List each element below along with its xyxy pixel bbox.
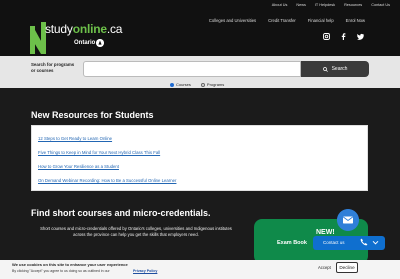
chevron-down-icon[interactable] [372,239,379,246]
search-label: Search for programs or courses [31,62,75,73]
search-button-label: Search [331,66,348,72]
resource-link[interactable]: 12 Steps to Get Ready to Learn Online [38,136,112,141]
resources-heading: New Resources for Students [31,110,154,120]
accept-button[interactable]: Accept [318,263,332,272]
twitter-icon[interactable] [357,33,364,40]
privacy-policy-link[interactable]: Privacy Policy [133,269,157,273]
radio-programs[interactable]: Programs [200,82,224,87]
nav-link-about[interactable]: About Us [272,3,288,7]
main-nav: Colleges and Universities Credit Transfe… [209,18,365,23]
nav-link-it-helpdesk[interactable]: IT Helpdesk [315,3,335,7]
search-input[interactable] [83,61,301,77]
mail-icon[interactable] [337,209,359,231]
radio-selected-icon [170,82,174,87]
search-button[interactable]: Search [301,61,369,77]
promo-badge: NEW! [316,229,335,236]
site-logo-text[interactable]: studyonline.ca [45,22,122,36]
instagram-icon[interactable] [323,33,330,40]
search-icon [322,66,328,72]
radio-unselected-icon [200,82,205,87]
search-type-options: Courses Programs [170,82,224,87]
nav-item-financial-help[interactable]: Financial help [308,18,334,23]
nav-link-news[interactable]: News [296,3,306,7]
ontario-trillium-icon [96,39,104,47]
promo-title: Exam Book [277,240,307,246]
nav-link-contact[interactable]: Contact Us [371,3,390,7]
courses-description: Short courses and micro-credentials offe… [40,226,232,238]
courses-heading: Find short courses and micro-credentials… [31,208,211,218]
cookie-message: We use cookies on this site to enhance y… [12,262,128,267]
nav-item-credit-transfer[interactable]: Credit Transfer [268,18,296,23]
social-links [323,33,364,40]
resource-link[interactable]: Five Things to Keep in Mind for Your Nex… [38,150,160,155]
resources-list: 12 Steps to Get Ready to Learn Online Fi… [31,125,368,191]
nav-item-enrol[interactable]: Enrol Now [346,18,365,23]
resource-link[interactable]: How to Grow Your Resilience as a Student [38,164,119,169]
decline-button[interactable]: Decline [336,262,358,273]
radio-courses[interactable]: Courses [170,82,191,87]
contact-widget-label: Contact us [323,239,345,245]
logo-subtitle: Ontario [74,40,96,46]
utility-nav: About Us News IT Helpdesk Resources Cont… [272,3,390,7]
nav-item-colleges[interactable]: Colleges and Universities [209,18,256,23]
nav-link-resources[interactable]: Resources [344,3,362,7]
resource-link[interactable]: On Demand Webinar Recording: How to Be a… [38,178,176,183]
phone-icon[interactable] [360,238,368,246]
studyonline-logo-icon[interactable] [30,20,46,54]
facebook-icon[interactable] [340,33,347,40]
cookie-consent-text: By clicking "Accept" you agree to us doi… [12,269,110,273]
